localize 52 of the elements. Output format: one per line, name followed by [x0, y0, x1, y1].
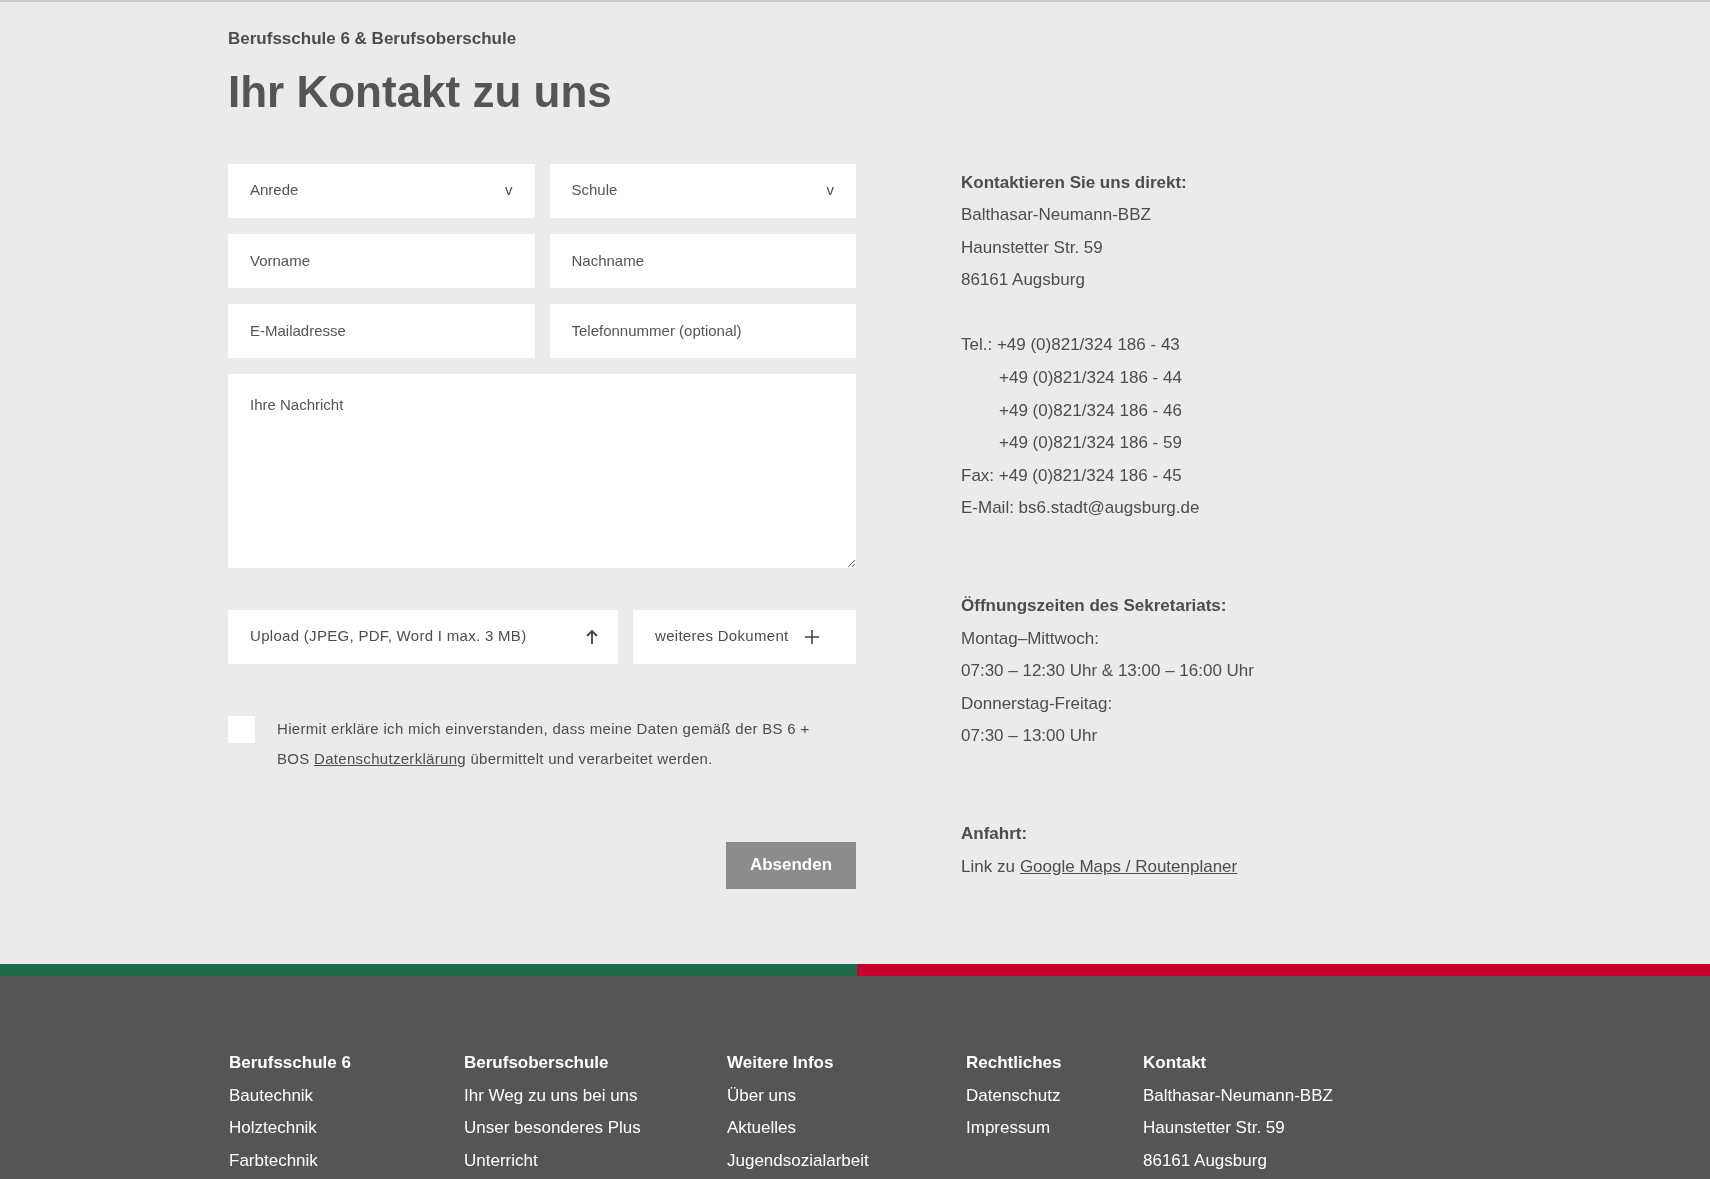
section-heading: Anfahrt:: [961, 823, 1029, 845]
input-field[interactable]: E-Mailadresse: [228, 303, 535, 358]
input-field[interactable]: Vorname: [228, 233, 535, 288]
input-field[interactable]: Nachname: [549, 233, 856, 288]
footer-link[interactable]: Impressum: [966, 1112, 1143, 1145]
add-document-button[interactable]: weiteres Dokument: [633, 609, 856, 664]
maps-link[interactable]: Google Maps / Routenplaner: [1019, 850, 1238, 884]
contact-line: 07:30 – 13:00 Uhr: [961, 725, 1099, 748]
contact-line: Haunstetter Str. 59: [961, 236, 1104, 259]
contact-line: E-Mail: bs6.stadt@augsburg.de: [961, 497, 1201, 520]
footer-heading: Berufsschule 6: [229, 1052, 352, 1074]
footer-heading: Berufsoberschule: [464, 1052, 610, 1074]
contact-line: Balthasar-Neumann-BBZ: [961, 204, 1152, 227]
footer-link[interactable]: Über uns: [727, 1079, 966, 1113]
footer-link[interactable]: Unterricht: [464, 1144, 727, 1178]
section-heading: Öffnungszeiten des Sekretariats:: [961, 595, 1228, 618]
upload-button[interactable]: Upload (JPEG, PDF, Word I max. 3 MB): [228, 609, 618, 664]
contact-line: Fax: +49 (0)821/324 186 - 45: [961, 464, 1183, 487]
message-field[interactable]: Ihre Nachricht: [228, 373, 856, 568]
footer-link[interactable]: 86161 Augsburg: [1143, 1144, 1363, 1178]
contact-line: +49 (0)821/324 186 - 44: [998, 367, 1183, 390]
footer-link[interactable]: Aktuelles: [727, 1112, 966, 1145]
footer-link[interactable]: Balthasar-Neumann-BBZ: [1143, 1079, 1363, 1113]
contact-line: Tel.: +49 (0)821/324 186 - 43: [961, 334, 1181, 357]
contact-line: Donnerstag-Freitag:: [961, 692, 1114, 715]
consent-text: Hiermit erkläre ich mich einverstanden, dass meine Daten gemäß der BS 6 + BOS Datenschutzerklärung übermittelt und verarbeitet werden.: [277, 718, 811, 769]
contact-line: 07:30 – 12:30 Uhr & 13:00 – 16:00 Uhr: [961, 660, 1254, 683]
contact-line: 86161 Augsburg: [961, 269, 1086, 292]
link-prefix: Link zu: [961, 855, 1015, 878]
footer-heading: Rechtliches: [966, 1052, 1063, 1074]
school-name: Berufsschule 6 & Berufsoberschule: [228, 28, 517, 50]
footer-heading: Kontakt: [1143, 1052, 1208, 1074]
arrow-up-icon: [586, 628, 598, 645]
footer-link[interactable]: Farbtechnik: [229, 1144, 464, 1178]
footer-link[interactable]: Unser besonderes Plus: [464, 1112, 727, 1145]
footer-link[interactable]: Haunstetter Str. 59: [1143, 1112, 1363, 1145]
contact-line: +49 (0)821/324 186 - 59: [998, 432, 1183, 455]
footer-heading: Weitere Infos: [727, 1052, 835, 1074]
select-field[interactable]: Schule v: [549, 163, 856, 218]
contact-line: +49 (0)821/324 186 - 46: [998, 399, 1183, 422]
input-field[interactable]: Telefonnummer (optional): [549, 303, 856, 358]
footer-link[interactable]: Datenschutz: [966, 1079, 1143, 1113]
section-heading: Kontaktieren Sie uns direkt:: [961, 171, 1188, 194]
contact-line: Montag–Mittwoch:: [961, 627, 1100, 650]
select-field[interactable]: Anrede v: [228, 163, 535, 218]
footer-link[interactable]: Jugendsozialarbeit: [727, 1144, 966, 1178]
privacy-link[interactable]: Datenschutzerklärung: [314, 749, 466, 767]
footer-link[interactable]: Holztechnik: [229, 1112, 464, 1145]
page-title: Ihr Kontakt zu uns: [228, 65, 612, 118]
footer-link[interactable]: Bautechnik: [229, 1079, 464, 1113]
footer-link[interactable]: Ihr Weg zu uns bei uns: [464, 1079, 727, 1113]
plus-icon: [804, 629, 819, 644]
